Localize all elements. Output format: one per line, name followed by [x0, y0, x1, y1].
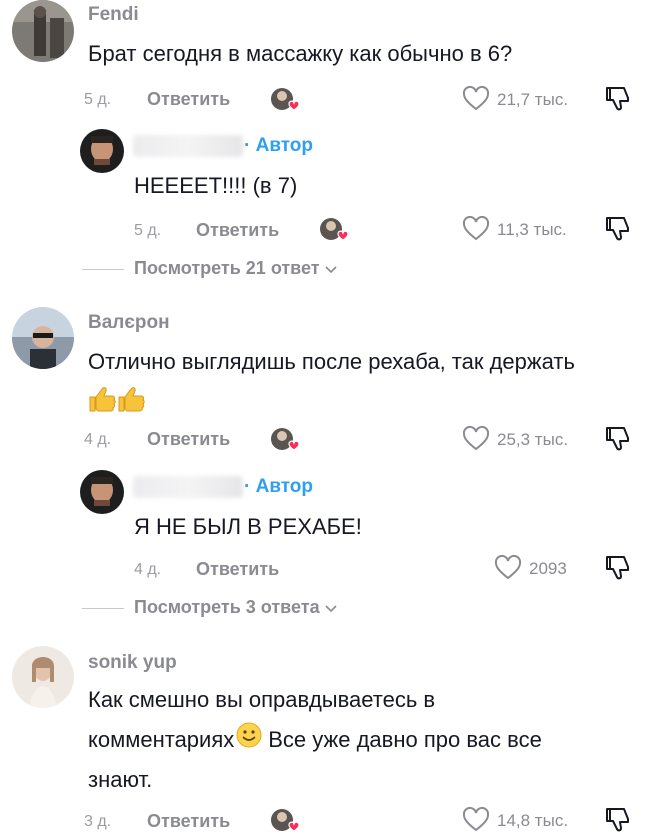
dislike-icon[interactable] [604, 214, 632, 244]
avatar-sonik-yup[interactable] [12, 646, 74, 708]
reply-text: НЕЕЕЕТ!!!! (в 7) [134, 173, 298, 198]
view-replies-button[interactable]: Посмотреть 21 ответ [134, 258, 337, 280]
reply-button[interactable]: Ответить [147, 89, 230, 110]
view-replies-button[interactable]: Посмотреть 3 ответа [134, 597, 337, 619]
heart-icon[interactable] [493, 554, 523, 582]
dislike-icon[interactable] [604, 553, 632, 583]
dislike-icon[interactable] [604, 424, 632, 454]
comment-author[interactable]: sonik yup [88, 652, 177, 674]
creator-liked-icon [269, 807, 301, 835]
comment-date: 3 д. [84, 813, 112, 830]
reply-text: Я НЕ БЫЛ В РЕХАБЕ! [134, 514, 362, 539]
chevron-down-icon [325, 598, 337, 619]
heart-icon[interactable] [461, 425, 491, 453]
like-count: 11,3 тыс. [497, 220, 567, 239]
like-count: 14,8 тыс. [497, 811, 569, 830]
like-count: 2093 [529, 559, 567, 578]
author-name-blurred [133, 476, 243, 498]
avatar-valeron[interactable] [12, 307, 74, 369]
chevron-down-icon [325, 259, 337, 280]
heart-icon[interactable] [461, 85, 491, 113]
dislike-icon[interactable] [604, 84, 632, 114]
heart-icon[interactable] [461, 806, 491, 834]
reply-button[interactable]: Ответить [147, 429, 230, 450]
reply-button[interactable]: Ответить [196, 559, 279, 580]
reply-button[interactable]: Ответить [196, 220, 279, 241]
comment-text-part: Все уже давно про вас все [268, 727, 542, 752]
divider [82, 269, 124, 270]
comment-date: 5 д. [84, 91, 112, 108]
divider [82, 608, 124, 609]
comment-text-line-3: знают. [88, 767, 153, 792]
view-replies-label: Посмотреть 3 ответа [134, 597, 320, 617]
reply-date: 4 д. [134, 561, 162, 578]
comment-text-part: комментариях [88, 727, 235, 752]
comment-date: 4 д. [84, 431, 112, 448]
author-tag: · Автор [244, 135, 314, 156]
reply-date: 5 д. [134, 222, 162, 239]
dislike-icon[interactable] [604, 805, 632, 835]
reply-button[interactable]: Ответить [147, 811, 230, 832]
comment-text-line-2: комментариях Все уже давно про вас все [88, 720, 542, 761]
comment-author[interactable]: Валєрон [88, 312, 170, 334]
creator-liked-icon [318, 216, 350, 244]
thumbs-up-emoji [87, 385, 145, 418]
avatar-author[interactable] [80, 470, 124, 514]
comment-text: Брат сегодня в массажку как обычно в 6? [88, 41, 513, 66]
smile-emoji [236, 721, 262, 761]
comment-text-line-1: Как смешно вы оправдываетесь в [88, 687, 436, 712]
creator-liked-icon [269, 426, 301, 454]
like-count: 21,7 тыс. [497, 90, 569, 109]
author-name-blurred [133, 135, 243, 157]
view-replies-label: Посмотреть 21 ответ [134, 258, 320, 278]
heart-icon[interactable] [461, 215, 491, 243]
comment-text: Отлично выглядишь после рехаба, так держ… [88, 349, 575, 374]
avatar-fendi[interactable] [12, 0, 74, 62]
author-tag: · Автор [244, 476, 314, 497]
comment-author[interactable]: Fendi [88, 4, 139, 26]
creator-liked-icon [269, 86, 301, 114]
avatar-author[interactable] [80, 129, 124, 173]
like-count: 25,3 тыс. [497, 430, 569, 449]
